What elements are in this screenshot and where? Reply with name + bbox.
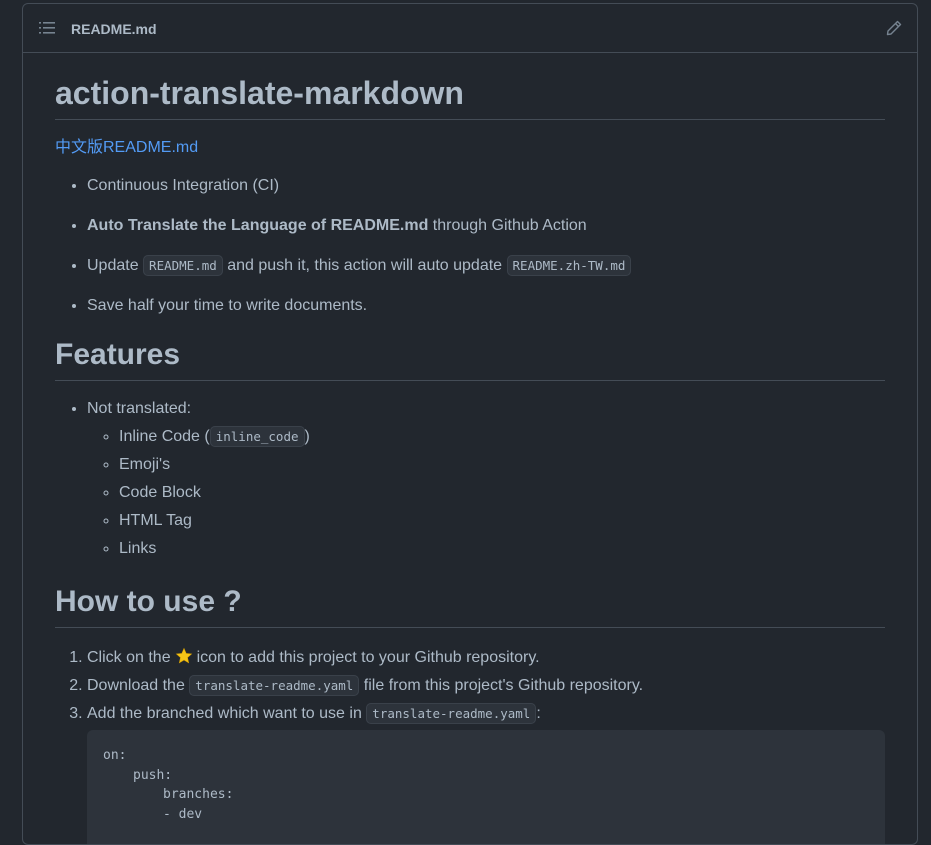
code-block: on: push: branches: - dev (87, 730, 885, 844)
list-item: Save half your time to write documents. (87, 294, 885, 318)
inline-code: translate-readme.yaml (189, 675, 360, 696)
list-item: Code Block (119, 481, 885, 505)
inline-code: README.zh-TW.md (506, 255, 632, 276)
code-line: on: (103, 748, 127, 763)
list-item: Auto Translate the Language of README.md… (87, 214, 885, 238)
list-item: Not translated: Inline Code (inline_code… (87, 397, 885, 561)
inline-code: README.md (143, 255, 223, 276)
markdown-body: action-translate-markdown 中文版README.md C… (55, 53, 885, 844)
list-icon[interactable] (39, 20, 55, 36)
howto-heading: How to use ? (55, 583, 885, 628)
bold-text: Auto Translate the Language of README.md (87, 217, 429, 234)
list-item: Download the translate-readme.yaml file … (87, 674, 885, 698)
steps-list: Click on theicon to add this project to … (55, 646, 885, 844)
file-name: README.md (71, 21, 157, 37)
chinese-readme-link[interactable]: 中文版README.md (55, 138, 198, 158)
code-line: - dev (163, 806, 203, 822)
code-line: push: (133, 767, 173, 783)
inline-code: inline_code (209, 426, 305, 447)
list-item: Add the branched which want to use in tr… (87, 702, 885, 844)
list-item: Continuous Integration (CI) (87, 174, 885, 198)
readme-header: README.md (23, 4, 917, 53)
inline-code: translate-readme.yaml (366, 703, 537, 724)
list-item: Links (119, 537, 885, 561)
readme-panel: README.md action-translate-markdown 中文版R… (22, 3, 918, 845)
list-item: Inline Code (inline_code) (119, 425, 885, 449)
code-line: branches: (163, 787, 234, 802)
features-heading: Features (55, 336, 885, 381)
intro-list: Continuous Integration (CI) Auto Transla… (55, 174, 885, 318)
list-item: Emoji's (119, 453, 885, 477)
list-item: HTML Tag (119, 509, 885, 533)
list-item: Click on theicon to add this project to … (87, 646, 885, 670)
sub-list: Inline Code (inline_code) Emoji's Code B… (87, 425, 885, 561)
pencil-icon[interactable] (885, 19, 903, 37)
list-item: Update README.md and push it, this actio… (87, 254, 885, 278)
star-icon (175, 647, 193, 665)
features-list: Not translated: Inline Code (inline_code… (55, 397, 885, 561)
page-title: action-translate-markdown (55, 53, 885, 120)
